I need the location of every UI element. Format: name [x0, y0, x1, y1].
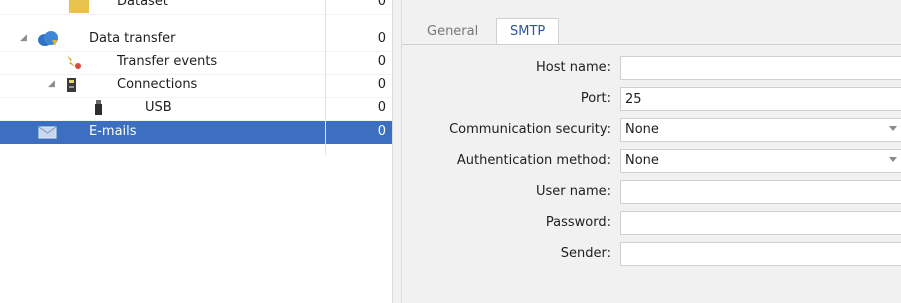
smtp-settings-panel: General SMTP Host name: Port: Communicat…: [402, 0, 901, 303]
tree-row-count: 0: [377, 77, 386, 92]
envelope-icon: [37, 123, 57, 141]
panel-splitter[interactable]: [392, 0, 402, 303]
usb-icon: [92, 99, 110, 117]
tree-row-label: Transfer events: [117, 54, 218, 69]
authentication-method-label: Authentication method:: [456, 153, 611, 168]
port-input[interactable]: [620, 87, 901, 111]
user-name-input[interactable]: [620, 180, 901, 204]
transfer-events-icon: [64, 53, 82, 71]
user-name-label: User name:: [535, 184, 611, 199]
tree-row-count: 0: [377, 31, 386, 46]
password-input[interactable]: [620, 211, 901, 235]
connections-icon: [64, 76, 82, 94]
tree-list: Dataset 0 ◢ Data transfer 0 Transfer eve…: [0, 0, 392, 303]
tree-row-label: Data transfer: [89, 31, 176, 46]
dropdown-arrow-icon[interactable]: [889, 157, 897, 162]
sender-row: Sender:: [402, 240, 901, 270]
tree-row-label: Dataset: [117, 0, 168, 9]
password-row: Password:: [402, 209, 901, 239]
host-name-label: Host name:: [536, 60, 611, 75]
communication-security-row: Communication security: None: [402, 116, 901, 146]
port-label: Port:: [580, 91, 611, 106]
tree-row-connections[interactable]: ◢ Connections 0: [0, 74, 392, 98]
tree-row-usb[interactable]: USB 0: [0, 97, 392, 121]
tree-row-dataset[interactable]: Dataset 0: [0, 0, 392, 15]
tree-row-label: USB: [145, 100, 172, 115]
communication-security-value: None: [625, 122, 659, 137]
tree-row-data-transfer[interactable]: ◢ Data transfer 0: [0, 28, 392, 52]
authentication-method-select[interactable]: None: [620, 149, 901, 173]
collapse-arrow-icon[interactable]: ◢: [48, 79, 55, 89]
tree-row-count: 0: [377, 0, 386, 9]
host-name-row: Host name:: [402, 54, 901, 84]
sender-input[interactable]: [620, 242, 901, 266]
tab-smtp[interactable]: SMTP: [496, 18, 560, 45]
host-name-input[interactable]: [620, 56, 901, 80]
folder-icon: [68, 0, 89, 13]
cloud-transfer-icon: [36, 30, 58, 48]
tree-row-label: Connections: [117, 77, 198, 92]
user-name-row: User name:: [402, 178, 901, 208]
tab-bar: General SMTP: [402, 18, 901, 45]
tab-divider: [402, 44, 901, 45]
collapse-arrow-icon[interactable]: ◢: [20, 33, 27, 43]
authentication-method-value: None: [625, 153, 659, 168]
tree-row-label: E-mails: [89, 124, 137, 139]
port-row: Port:: [402, 85, 901, 115]
column-divider: [325, 0, 326, 155]
tab-general[interactable]: General: [414, 19, 491, 44]
sender-label: Sender:: [560, 246, 611, 261]
tree-row-count: 0: [377, 100, 386, 115]
tree-row-count: 0: [377, 54, 386, 69]
password-label: Password:: [545, 215, 611, 230]
authentication-method-row: Authentication method: None: [402, 147, 901, 177]
tree-row-emails[interactable]: E-mails 0: [0, 121, 392, 144]
tree-row-count: 0: [377, 124, 386, 139]
tree-row-transfer-events[interactable]: Transfer events 0: [0, 51, 392, 75]
communication-security-select[interactable]: None: [620, 118, 901, 142]
communication-security-label: Communication security:: [449, 122, 611, 137]
dropdown-arrow-icon[interactable]: [889, 126, 897, 131]
